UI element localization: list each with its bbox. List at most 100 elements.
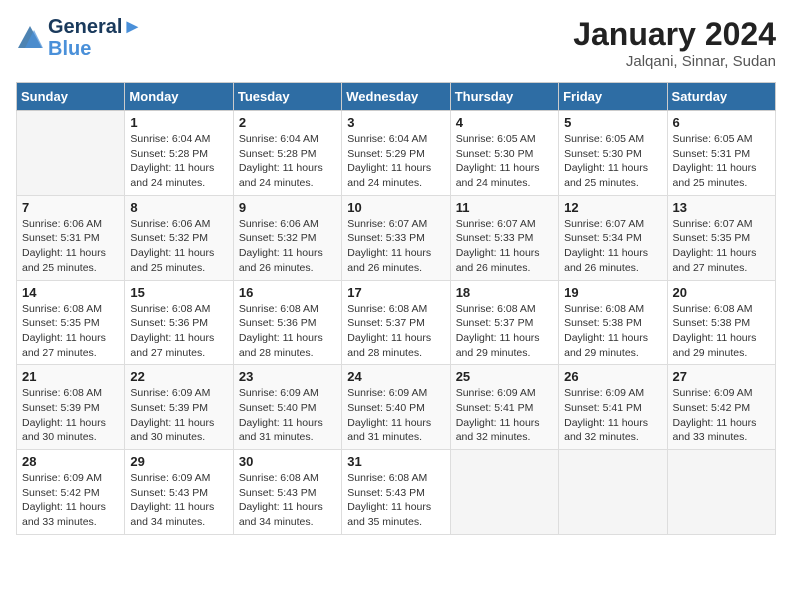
calendar-week-row: 28 Sunrise: 6:09 AMSunset: 5:42 PMDayligh… [17, 450, 776, 535]
day-info: Sunrise: 6:08 AMSunset: 5:36 PMDaylight:… [239, 302, 336, 361]
day-info: Sunrise: 6:07 AMSunset: 5:33 PMDaylight:… [456, 217, 553, 276]
day-info: Sunrise: 6:07 AMSunset: 5:34 PMDaylight:… [564, 217, 661, 276]
calendar-cell: 20 Sunrise: 6:08 AMSunset: 5:38 PMDayligh… [667, 280, 775, 365]
day-number: 2 [239, 115, 336, 130]
day-number: 21 [22, 369, 119, 384]
calendar-cell: 31Sunrise: 6:08 AMSunset: 5:43 PMDayligh… [342, 450, 450, 535]
month-year-title: January 2024 [573, 16, 776, 53]
day-info: Sunrise: 6:09 AMSunset: 5:40 PMDaylight:… [239, 386, 336, 445]
day-number: 25 [456, 369, 553, 384]
day-number: 18 [456, 285, 553, 300]
weekday-header: Saturday [667, 83, 775, 111]
day-number: 9 [239, 200, 336, 215]
day-number: 7 [22, 200, 119, 215]
calendar-cell: 22 Sunrise: 6:09 AMSunset: 5:39 PMDayligh… [125, 365, 233, 450]
day-info: Sunrise: 6:09 AMSunset: 5:42 PMDaylight:… [673, 386, 770, 445]
day-info: Sunrise: 6:08 AMSunset: 5:38 PMDaylight:… [673, 302, 770, 361]
day-number: 1 [130, 115, 227, 130]
day-info: Sunrise: 6:06 AMSunset: 5:32 PMDaylight:… [130, 217, 227, 276]
calendar-week-row: 7 Sunrise: 6:06 AMSunset: 5:31 PMDaylight… [17, 195, 776, 280]
day-info: Sunrise: 6:06 AMSunset: 5:31 PMDaylight:… [22, 217, 119, 276]
day-info: Sunrise: 6:09 AMSunset: 5:41 PMDaylight:… [564, 386, 661, 445]
calendar-cell: 18Sunrise: 6:08 AMSunset: 5:37 PMDayligh… [450, 280, 558, 365]
day-info: Sunrise: 6:08 AMSunset: 5:39 PMDaylight:… [22, 386, 119, 445]
day-info: Sunrise: 6:07 AMSunset: 5:35 PMDaylight:… [673, 217, 770, 276]
calendar-cell: 3 Sunrise: 6:04 AMSunset: 5:29 PMDaylight… [342, 111, 450, 196]
day-info: Sunrise: 6:05 AMSunset: 5:30 PMDaylight:… [456, 132, 553, 191]
day-info: Sunrise: 6:04 AMSunset: 5:29 PMDaylight:… [347, 132, 444, 191]
calendar-cell: 14Sunrise: 6:08 AMSunset: 5:35 PMDayligh… [17, 280, 125, 365]
day-number: 22 [130, 369, 227, 384]
day-number: 10 [347, 200, 444, 215]
day-info: Sunrise: 6:09 AMSunset: 5:41 PMDaylight:… [456, 386, 553, 445]
calendar-cell: 26 Sunrise: 6:09 AMSunset: 5:41 PMDayligh… [559, 365, 667, 450]
weekday-header: Sunday [17, 83, 125, 111]
day-info: Sunrise: 6:06 AMSunset: 5:32 PMDaylight:… [239, 217, 336, 276]
calendar-cell: 27 Sunrise: 6:09 AMSunset: 5:42 PMDayligh… [667, 365, 775, 450]
calendar-header-row: SundayMondayTuesdayWednesdayThursdayFrid… [17, 83, 776, 111]
page-header: General► Blue January 2024 Jalqani, Sinn… [16, 16, 776, 70]
day-number: 6 [673, 115, 770, 130]
day-info: Sunrise: 6:09 AMSunset: 5:43 PMDaylight:… [130, 471, 227, 530]
day-number: 30 [239, 454, 336, 469]
weekday-header: Wednesday [342, 83, 450, 111]
logo-icon [16, 24, 44, 52]
calendar-cell: 29Sunrise: 6:09 AMSunset: 5:43 PMDayligh… [125, 450, 233, 535]
logo-text-line2: Blue [48, 38, 142, 60]
calendar-cell: 13 Sunrise: 6:07 AMSunset: 5:35 PMDayligh… [667, 195, 775, 280]
calendar-cell: 28 Sunrise: 6:09 AMSunset: 5:42 PMDayligh… [17, 450, 125, 535]
day-number: 15 [130, 285, 227, 300]
day-number: 4 [456, 115, 553, 130]
day-number: 12 [564, 200, 661, 215]
logo-text-line1: General► [48, 16, 142, 38]
calendar-cell: 17Sunrise: 6:08 AMSunset: 5:37 PMDayligh… [342, 280, 450, 365]
day-number: 11 [456, 200, 553, 215]
calendar-cell: 25 Sunrise: 6:09 AMSunset: 5:41 PMDayligh… [450, 365, 558, 450]
calendar-cell: 8 Sunrise: 6:06 AMSunset: 5:32 PMDaylight… [125, 195, 233, 280]
day-number: 3 [347, 115, 444, 130]
calendar-cell: 12 Sunrise: 6:07 AMSunset: 5:34 PMDayligh… [559, 195, 667, 280]
calendar-cell: 4 Sunrise: 6:05 AMSunset: 5:30 PMDaylight… [450, 111, 558, 196]
calendar-week-row: 1 Sunrise: 6:04 AMSunset: 5:28 PMDaylight… [17, 111, 776, 196]
calendar-cell: 23 Sunrise: 6:09 AMSunset: 5:40 PMDayligh… [233, 365, 341, 450]
weekday-header: Monday [125, 83, 233, 111]
day-number: 24 [347, 369, 444, 384]
day-info: Sunrise: 6:07 AMSunset: 5:33 PMDaylight:… [347, 217, 444, 276]
day-number: 27 [673, 369, 770, 384]
location-subtitle: Jalqani, Sinnar, Sudan [573, 53, 776, 70]
day-info: Sunrise: 6:08 AMSunset: 5:37 PMDaylight:… [347, 302, 444, 361]
calendar-cell: 1 Sunrise: 6:04 AMSunset: 5:28 PMDaylight… [125, 111, 233, 196]
calendar-cell: 21 Sunrise: 6:08 AMSunset: 5:39 PMDayligh… [17, 365, 125, 450]
day-number: 14 [22, 285, 119, 300]
day-info: Sunrise: 6:05 AMSunset: 5:30 PMDaylight:… [564, 132, 661, 191]
day-info: Sunrise: 6:09 AMSunset: 5:42 PMDaylight:… [22, 471, 119, 530]
calendar-cell [450, 450, 558, 535]
day-info: Sunrise: 6:09 AMSunset: 5:39 PMDaylight:… [130, 386, 227, 445]
day-number: 23 [239, 369, 336, 384]
logo: General► Blue [16, 16, 142, 60]
day-number: 19 [564, 285, 661, 300]
day-number: 8 [130, 200, 227, 215]
calendar-cell: 2Sunrise: 6:04 AMSunset: 5:28 PMDaylight… [233, 111, 341, 196]
calendar-cell [17, 111, 125, 196]
title-block: January 2024 Jalqani, Sinnar, Sudan [573, 16, 776, 70]
calendar-cell: 6Sunrise: 6:05 AMSunset: 5:31 PMDaylight… [667, 111, 775, 196]
day-info: Sunrise: 6:04 AMSunset: 5:28 PMDaylight:… [130, 132, 227, 191]
day-number: 28 [22, 454, 119, 469]
calendar-cell [559, 450, 667, 535]
weekday-header: Thursday [450, 83, 558, 111]
day-number: 16 [239, 285, 336, 300]
day-number: 26 [564, 369, 661, 384]
weekday-header: Friday [559, 83, 667, 111]
calendar-cell: 11 Sunrise: 6:07 AMSunset: 5:33 PMDayligh… [450, 195, 558, 280]
day-info: Sunrise: 6:08 AMSunset: 5:43 PMDaylight:… [347, 471, 444, 530]
day-info: Sunrise: 6:09 AMSunset: 5:40 PMDaylight:… [347, 386, 444, 445]
calendar-cell: 7 Sunrise: 6:06 AMSunset: 5:31 PMDaylight… [17, 195, 125, 280]
calendar-table: SundayMondayTuesdayWednesdayThursdayFrid… [16, 82, 776, 535]
day-info: Sunrise: 6:08 AMSunset: 5:43 PMDaylight:… [239, 471, 336, 530]
weekday-header: Tuesday [233, 83, 341, 111]
calendar-cell: 16 Sunrise: 6:08 AMSunset: 5:36 PMDayligh… [233, 280, 341, 365]
calendar-week-row: 14Sunrise: 6:08 AMSunset: 5:35 PMDayligh… [17, 280, 776, 365]
day-number: 20 [673, 285, 770, 300]
day-number: 13 [673, 200, 770, 215]
